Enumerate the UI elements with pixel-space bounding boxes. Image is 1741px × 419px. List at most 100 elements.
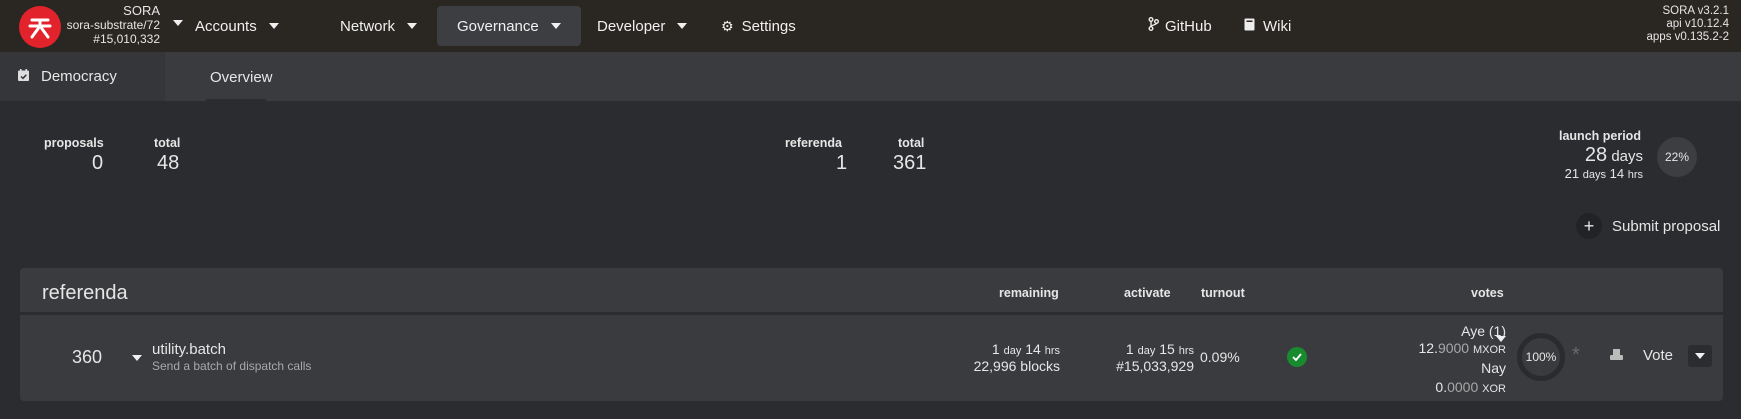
- vote-ratio-percent: 100%: [1525, 350, 1557, 364]
- nay-unit: XOR: [1482, 383, 1506, 395]
- table-row: 360 utility.batch Send a batch of dispat…: [20, 315, 1723, 401]
- aye-amount-int: 12.: [1418, 340, 1438, 356]
- aye-amount: 12.9000 MXOR: [1360, 340, 1506, 356]
- nay-label: Nay: [1481, 360, 1506, 376]
- chevron-down-icon: [407, 23, 418, 29]
- launch-period-sub: 21 days 14 hrs: [1555, 166, 1643, 181]
- referenda-total-value: 361: [893, 152, 927, 174]
- referenda-total-label: total: [898, 136, 925, 150]
- activate-days-unit: day: [1137, 345, 1156, 357]
- calendar-check-icon: [18, 68, 29, 85]
- launch-sub-hrs: 14: [1609, 166, 1625, 181]
- menu-network-label: Network: [340, 17, 396, 35]
- sora-version: SORA v3.2.1: [1662, 5, 1729, 17]
- chain-block-number: #15,010,332: [93, 32, 160, 46]
- asterisk-icon: *: [1572, 344, 1580, 366]
- aye-amount-decimals: 9000: [1437, 340, 1470, 356]
- nay-amount-int: 0.: [1435, 379, 1448, 395]
- submit-proposal-label: Submit proposal: [1612, 217, 1721, 235]
- activate-hours: 15: [1159, 341, 1175, 357]
- turnout-value: 0.09%: [1200, 349, 1240, 365]
- activate-hours-unit: hrs: [1178, 345, 1194, 357]
- approved-check-icon: [1287, 347, 1307, 367]
- git-branch-icon: [1148, 17, 1159, 35]
- remaining-days-unit: day: [1003, 345, 1022, 357]
- menu-settings-label: Settings: [741, 17, 796, 35]
- vote-button[interactable]: Vote: [1610, 347, 1673, 364]
- aye-unit: MXOR: [1473, 344, 1506, 356]
- call-description: Send a batch of dispatch calls: [152, 359, 312, 373]
- chevron-down-icon[interactable]: [132, 355, 142, 361]
- vote-options-dropdown[interactable]: [1688, 345, 1712, 367]
- submit-proposal-button[interactable]: + Submit proposal: [1576, 212, 1720, 240]
- activate-block: #15,033,929: [1116, 358, 1194, 374]
- tab-overview-indicator: [206, 99, 266, 101]
- menu-settings[interactable]: ⚙ Settings: [721, 6, 796, 46]
- column-remaining: remaining: [999, 286, 1059, 300]
- wiki-link[interactable]: Wiki: [1244, 6, 1291, 46]
- menu-developer-label: Developer: [597, 17, 666, 35]
- chevron-down-icon: [268, 23, 279, 29]
- wiki-label: Wiki: [1263, 17, 1292, 35]
- referendum-id: 360: [72, 347, 103, 367]
- github-label: GitHub: [1165, 17, 1212, 35]
- activate-time: 1 day 15 hrs: [1050, 341, 1194, 357]
- gears-icon: ⚙: [721, 17, 734, 34]
- call-name: utility.batch: [152, 341, 226, 358]
- referenda-table-header: referenda remaining activate turnout vot…: [20, 268, 1723, 312]
- launch-sub-hrs-unit: hrs: [1627, 169, 1643, 181]
- plus-icon: +: [1576, 213, 1602, 239]
- chevron-down-icon: [550, 23, 561, 29]
- menu-accounts-label: Accounts: [195, 17, 257, 35]
- remaining-hours: 14: [1025, 341, 1041, 357]
- chain-selector[interactable]: SORA sora-substrate/72 #15,010,332: [66, 3, 180, 47]
- tab-overview[interactable]: Overview: [210, 69, 273, 86]
- column-activate: activate: [1124, 286, 1171, 300]
- table-title: referenda: [42, 282, 128, 304]
- sora-logo-icon[interactable]: [19, 6, 61, 48]
- chain-name: SORA: [123, 3, 160, 18]
- aye-label: Aye (1): [1461, 323, 1506, 339]
- vote-button-label: Vote: [1643, 347, 1674, 364]
- apps-version: apps v0.135.2-2: [1646, 31, 1729, 43]
- menu-developer[interactable]: Developer: [597, 6, 688, 46]
- menu-governance[interactable]: Governance: [437, 6, 581, 46]
- book-icon: [1244, 18, 1255, 35]
- section-title: Democracy: [41, 68, 117, 85]
- proposals-total-label: total: [154, 136, 181, 150]
- remaining-time: 1 day 14 hrs: [920, 341, 1060, 357]
- top-navigation-bar: SORA sora-substrate/72 #15,010,332 Accou…: [0, 0, 1741, 52]
- launch-period-percent: 22%: [1664, 150, 1690, 164]
- referenda-value: 1: [836, 152, 848, 174]
- launch-period-progress: 22%: [1657, 137, 1697, 177]
- column-turnout: turnout: [1201, 286, 1245, 300]
- launch-sub-days: 21: [1564, 166, 1580, 181]
- breadcrumb: Democracy: [0, 52, 165, 101]
- check-to-slot-icon: [1610, 347, 1623, 364]
- remaining-days: 1: [991, 341, 1000, 357]
- launch-days-number: 28: [1584, 144, 1608, 166]
- remaining-blocks: 22,996 blocks: [973, 358, 1060, 374]
- launch-period-main: 28 days: [1580, 144, 1643, 167]
- nay-amount: 0.0000 XOR: [1360, 379, 1506, 395]
- sub-navigation-bar: Democracy Overview: [0, 52, 1741, 101]
- column-votes: votes: [1471, 286, 1504, 300]
- menu-network[interactable]: Network: [340, 6, 418, 46]
- vote-ratio-chart: 100%: [1517, 333, 1565, 381]
- chevron-down-icon[interactable]: [173, 20, 183, 26]
- version-info: SORA v3.2.1 api v10.12.4 apps v0.135.2-2: [1647, 5, 1729, 44]
- github-link[interactable]: GitHub: [1148, 6, 1212, 46]
- activate-days: 1: [1125, 341, 1134, 357]
- referenda-label: referenda: [785, 136, 842, 150]
- chain-runtime: sora-substrate/72: [66, 18, 160, 32]
- launch-period-label: launch period: [1559, 129, 1641, 143]
- menu-accounts[interactable]: Accounts: [195, 6, 279, 46]
- menu-governance-label: Governance: [457, 17, 539, 35]
- chevron-down-icon: [677, 23, 688, 29]
- proposals-value: 0: [92, 152, 104, 174]
- api-version: api v10.12.4: [1666, 18, 1729, 30]
- proposals-total-value: 48: [157, 152, 180, 174]
- proposals-label: proposals: [44, 136, 104, 150]
- launch-sub-days-unit: days: [1582, 169, 1606, 181]
- launch-days-unit: days: [1611, 148, 1643, 165]
